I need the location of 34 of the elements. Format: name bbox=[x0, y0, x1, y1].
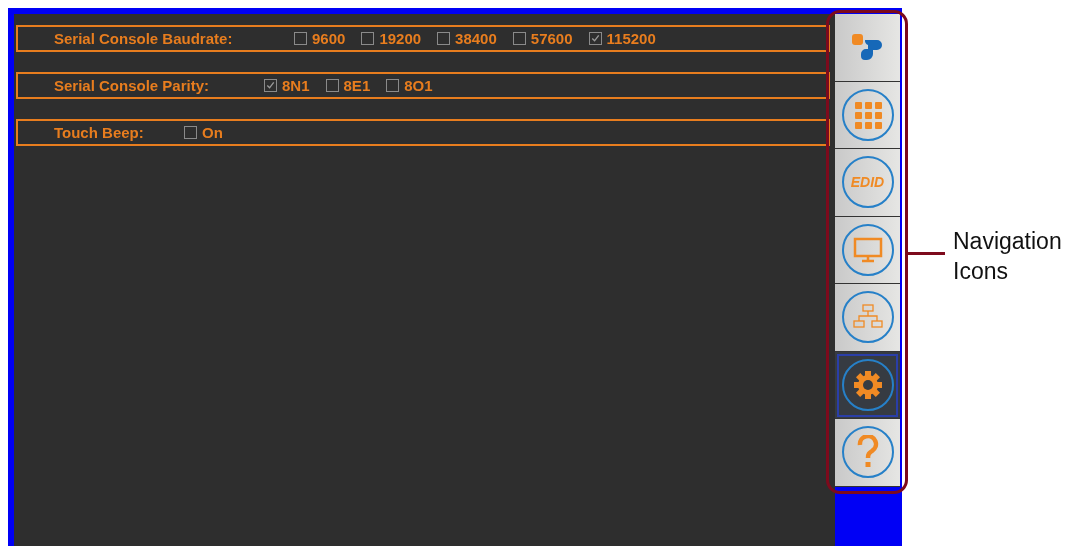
checkbox-option[interactable]: 8O1 bbox=[386, 77, 433, 94]
checkbox[interactable] bbox=[437, 32, 451, 45]
edid-label: EDID bbox=[850, 174, 885, 191]
checkbox[interactable] bbox=[361, 32, 375, 45]
nav-button[interactable] bbox=[835, 14, 900, 82]
monitor-icon bbox=[852, 236, 883, 263]
grid-icon bbox=[852, 99, 883, 130]
settings-icon bbox=[852, 369, 883, 400]
checkbox-option[interactable]: 38400 bbox=[437, 30, 497, 47]
checkbox[interactable] bbox=[325, 79, 339, 92]
checkbox[interactable] bbox=[184, 126, 197, 139]
checkbox-option[interactable]: 8N1 bbox=[264, 77, 310, 94]
help-icon bbox=[855, 435, 880, 470]
checkbox-option[interactable]: 19200 bbox=[361, 30, 422, 47]
checkbox[interactable] bbox=[294, 32, 307, 45]
setting-label: Serial Console Parity: bbox=[54, 77, 211, 94]
checkbox-option[interactable]: 8E1 bbox=[325, 77, 371, 94]
nav-button[interactable] bbox=[835, 81, 900, 149]
setting-label: Serial Console Baudrate: bbox=[54, 30, 234, 47]
network-icon bbox=[852, 304, 883, 331]
leader-line bbox=[908, 252, 945, 255]
checkbox[interactable] bbox=[588, 32, 602, 45]
logo-icon bbox=[850, 32, 885, 63]
nav-button[interactable] bbox=[835, 216, 900, 284]
nav-button[interactable] bbox=[835, 351, 900, 419]
checkbox-option[interactable]: On bbox=[184, 124, 223, 141]
checkbox[interactable] bbox=[386, 79, 400, 92]
checkbox[interactable] bbox=[512, 32, 526, 45]
checkbox[interactable] bbox=[264, 79, 277, 92]
callout-label: Navigation Icons bbox=[953, 227, 1063, 286]
checkbox-option[interactable]: 57600 bbox=[512, 30, 573, 47]
checkbox-option[interactable]: 9600 bbox=[294, 30, 346, 47]
checkbox-option[interactable]: 115200 bbox=[588, 30, 656, 47]
setting-label: Touch Beep: bbox=[54, 124, 144, 141]
